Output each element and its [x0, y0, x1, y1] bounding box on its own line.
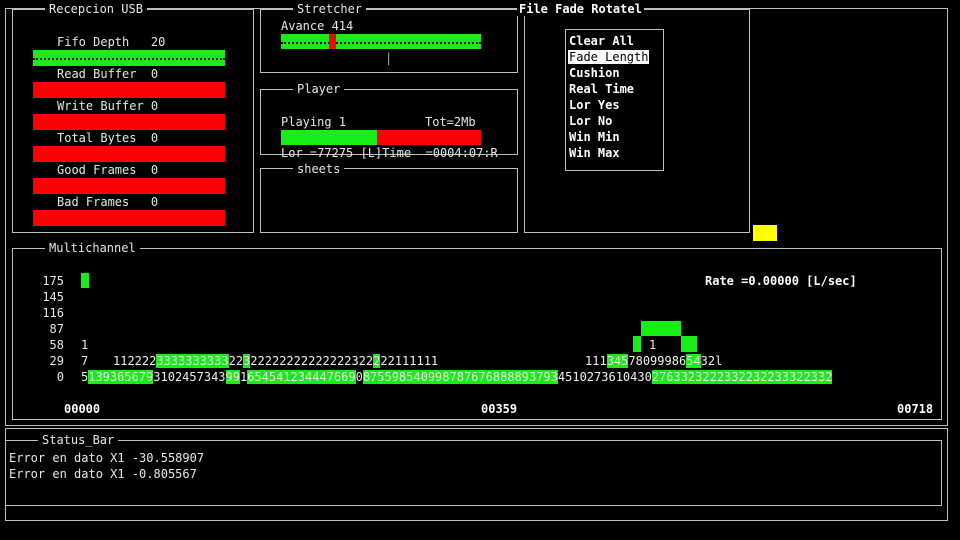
row29r-seq-highlight: 345	[606, 354, 629, 368]
row29-left: 7	[81, 354, 89, 368]
usb-row-bar	[33, 178, 225, 194]
x-label-start: 00000	[64, 402, 101, 416]
row29-sequence: 1122223333333333223222222222222223222221…	[113, 354, 438, 368]
y-axis-label: 87	[49, 322, 64, 336]
row0-sequence: 5139365679310245734399165454123444766908…	[81, 370, 833, 384]
fade-menu: Clear All Fade Length Cushion Real Time Lor …	[565, 29, 664, 171]
usb-row-label: Fifo Depth 20	[57, 35, 166, 49]
total-size-label: Tot=2Mb	[425, 115, 476, 129]
row29-seq-text: 112222	[113, 354, 157, 368]
y-axis-label: 145	[42, 290, 64, 304]
usb-row-bar	[33, 82, 225, 98]
row0-seq-highlight: 139365679	[88, 370, 154, 384]
row29-right-sequence: 111345780999865432l	[585, 354, 722, 368]
avance-label: Avance 414	[281, 19, 354, 33]
player-progress-bar[interactable]	[281, 130, 481, 145]
x-label-mid: 00359	[481, 402, 518, 416]
player-title: Player	[293, 82, 345, 96]
row0-seq-text: 3102457343	[153, 370, 226, 384]
row29r-seq-highlight: 54	[686, 354, 701, 368]
row0-seq-text: 0	[355, 370, 363, 384]
stretcher-tick: |	[385, 51, 393, 65]
row58-value: 1	[81, 338, 89, 352]
usb-row-bar	[33, 114, 225, 130]
player-progress-fill	[281, 130, 377, 145]
peak-block-58-left	[633, 336, 641, 352]
y-axis-label: 58	[49, 338, 64, 352]
usb-row-bar	[33, 50, 225, 66]
row0-seq-highlight: 99	[225, 370, 240, 384]
row29-seq-text: 22111111	[380, 354, 439, 368]
menu-item-lor-yes[interactable]: Lor Yes	[569, 98, 620, 112]
usb-row-bar	[33, 146, 225, 162]
usb-row-label: Read Buffer 0	[57, 67, 159, 81]
menu-item-clear-all[interactable]: Clear All	[569, 34, 634, 48]
peak-block-87	[641, 321, 681, 336]
usb-row-label: Total Bytes 0	[57, 131, 159, 145]
status-bar-title: Status_Bar	[38, 433, 119, 447]
stretcher-position-marker[interactable]	[329, 34, 336, 49]
menu-item-real-time[interactable]: Real Time	[569, 82, 634, 96]
stretcher-bar[interactable]	[281, 34, 481, 49]
sheets-panel: sheets	[260, 162, 518, 233]
y-axis-label: 29	[49, 354, 64, 368]
row29r-seq-text: 78099986	[628, 354, 687, 368]
peak-bar-175	[81, 273, 89, 288]
x-label-end: 00718	[897, 402, 934, 416]
y-axis-label: 175	[42, 274, 64, 288]
yellow-indicator	[753, 225, 777, 241]
stretcher-bar-dots	[281, 42, 481, 44]
usb-panel: Recepcion USB Fifo Depth 20 Read Buffer 0…	[12, 2, 254, 233]
usb-row-label: Bad Frames 0	[57, 195, 159, 209]
usb-bar-dots	[33, 58, 225, 60]
rate-label: Rate =0.00000 [L/sec]	[705, 274, 857, 288]
row29-seq-highlight: 3333333333	[156, 354, 229, 368]
menu-item-win-max[interactable]: Win Max	[569, 146, 620, 160]
playing-label: Playing 1	[281, 115, 347, 129]
sheets-title: sheets	[293, 162, 345, 176]
row29-seq-text: 22222222222222322	[250, 354, 374, 368]
file-fade-rotate-title[interactable]: File Fade Rotatel	[517, 2, 644, 16]
status-bar-panel: Status_Bar Error en dato X1 -30.558907 E…	[5, 433, 942, 506]
row29r-seq-text: 32l	[700, 354, 723, 368]
usb-row-label: Write Buffer 0	[57, 99, 159, 113]
row29r-seq-text: 111	[585, 354, 607, 368]
y-axis-label: 0	[56, 370, 64, 384]
y-axis-label: 116	[42, 306, 64, 320]
row0-seq-text: 4510273610430	[557, 370, 652, 384]
peak-marker-58: 1	[649, 338, 657, 352]
stretcher-title: Stretcher	[293, 2, 367, 16]
menu-item-fade-length[interactable]: Fade Length	[568, 50, 650, 64]
row0-seq-highlight: 654541234447669	[247, 370, 356, 384]
menu-item-lor-no[interactable]: Lor No	[569, 114, 612, 128]
stretcher-panel: Stretcher Avance 414 |	[260, 2, 518, 73]
player-status-line: Lor =77275 [L]Time =0004:07:R	[281, 146, 498, 160]
status-line-1: Error en dato X1 -30.558907	[9, 451, 205, 465]
multichannel-title: Multichannel	[45, 241, 140, 255]
row0-seq-highlight: 875598540998787676888893793	[362, 370, 558, 384]
usb-row-bar	[33, 210, 225, 226]
menu-item-win-min[interactable]: Win Min	[569, 130, 620, 144]
usb-panel-title: Recepcion USB	[45, 2, 147, 16]
menu-item-cushion[interactable]: Cushion	[569, 66, 620, 80]
row29-seq-text: 22	[228, 354, 244, 368]
row0-seq-highlight: 2763323222332232233322332	[651, 370, 833, 384]
usb-row-label: Good Frames 0	[57, 163, 159, 177]
status-line-2: Error en dato X1 -0.805567	[9, 467, 197, 481]
peak-block-58-right	[681, 336, 697, 352]
